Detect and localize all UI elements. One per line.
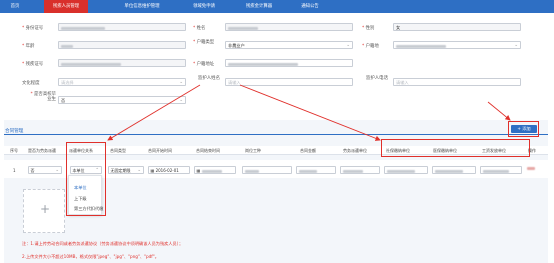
arrow-to-relation bbox=[107, 84, 201, 141]
arrow-to-units bbox=[239, 84, 381, 141]
annotation-arrows bbox=[107, 84, 511, 141]
arrow-to-add bbox=[487, 101, 511, 121]
